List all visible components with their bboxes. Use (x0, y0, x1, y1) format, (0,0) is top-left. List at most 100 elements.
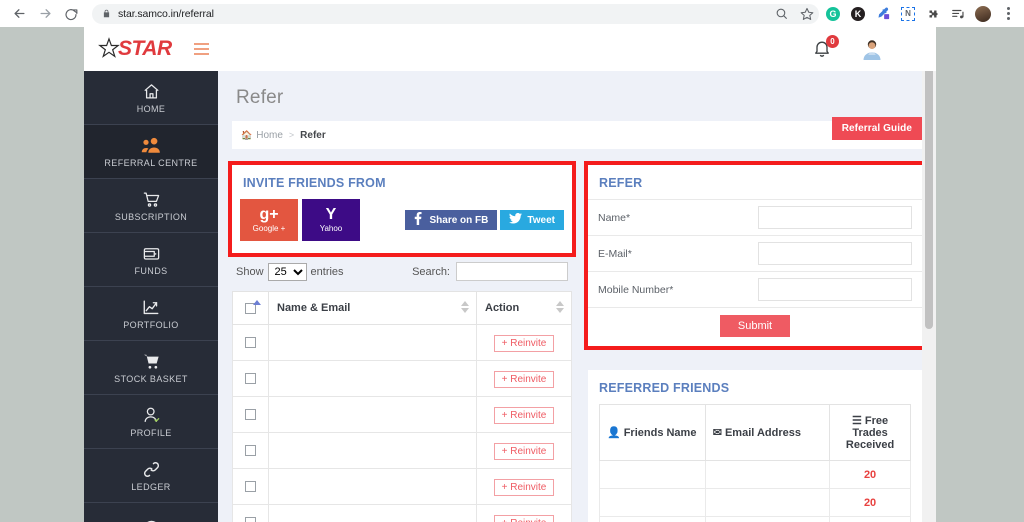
star-bookmark-icon[interactable] (799, 6, 815, 22)
row-name-email (268, 468, 477, 505)
sidebar-item-ledger[interactable]: LEDGER (84, 449, 218, 503)
social-buttons-row: g+ Google + Y Yahoo Share on FB Tweet (232, 199, 572, 253)
free-trades-cell: 20 (829, 460, 911, 489)
sidebar-label-subscription: SUBSCRIPTION (114, 212, 188, 222)
address-bar[interactable]: star.samco.in/referral (92, 3, 819, 24)
yahoo-button[interactable]: Y Yahoo (302, 199, 360, 241)
mobile-number-field[interactable] (758, 278, 912, 301)
google-plus-button[interactable]: g+ Google + (240, 199, 298, 241)
sidebar-label-stock-basket: STOCK BASKET (114, 374, 188, 384)
breadcrumb-separator: > (288, 130, 295, 140)
back-arrow-icon[interactable] (6, 1, 32, 27)
friend-name-cell (599, 488, 706, 517)
vertical-scrollbar[interactable] (922, 27, 936, 522)
page-title: Refer (236, 87, 284, 108)
friend-email-cell (704, 460, 831, 489)
action-column[interactable]: Action (476, 291, 572, 325)
brand-logo[interactable]: STAR (98, 37, 172, 61)
right-column: REFER Name* E-Mail* Mobile Number* Submi… (584, 161, 926, 522)
stack-icon: ☰ (852, 415, 862, 427)
referred-friends-title: REFERRED FRIENDS (599, 381, 730, 395)
name-email-column[interactable]: Name & Email (268, 291, 477, 325)
notification-bell-icon[interactable]: 0 (812, 35, 839, 60)
reinvite-button[interactable]: + Reinvite (493, 515, 555, 522)
row-checkbox[interactable] (245, 480, 256, 492)
refer-panel-title: REFER (599, 176, 643, 190)
row-checkbox[interactable] (245, 516, 256, 522)
google-plus-label: Google + (252, 224, 286, 233)
notion-extension-icon[interactable]: N (900, 6, 916, 22)
reinvite-button[interactable]: + Reinvite (493, 371, 555, 388)
action-header-label: Action (485, 302, 520, 314)
sidebar-item-home[interactable]: HOME (84, 71, 218, 125)
kebab-menu-icon[interactable] (1000, 6, 1016, 22)
name-label: Name* (588, 199, 749, 236)
row-checkbox-cell[interactable] (232, 360, 269, 397)
sidebar-item-subscription[interactable]: SUBSCRIPTION (84, 179, 218, 233)
row-checkbox[interactable] (245, 336, 256, 348)
friend-email-cell (704, 488, 831, 517)
search-zoom-icon[interactable] (773, 6, 789, 22)
reading-list-icon[interactable] (950, 6, 966, 22)
search-wrapper: Search: (412, 262, 568, 281)
row-checkbox[interactable] (245, 372, 256, 384)
page-size-select[interactable]: 25 (267, 262, 307, 281)
sidebar-item-portfolio[interactable]: PORTFOLIO (84, 287, 218, 341)
email-field[interactable] (758, 242, 912, 265)
user-avatar-icon[interactable] (860, 37, 884, 61)
hamburger-menu-icon[interactable] (193, 43, 209, 55)
reinvite-button[interactable]: + Reinvite (493, 335, 555, 352)
referral-guide-button[interactable]: Referral Guide (831, 117, 922, 140)
sidebar-item-profile[interactable]: PROFILE (84, 395, 218, 449)
sidebar-label-home: HOME (136, 104, 166, 114)
reinvite-button[interactable]: + Reinvite (493, 443, 555, 460)
share-buttons: Share on FB Tweet (405, 210, 564, 230)
tweet-button[interactable]: Tweet (500, 210, 564, 230)
row-checkbox[interactable] (245, 408, 256, 420)
eyedropper-extension-icon[interactable] (875, 6, 891, 22)
forward-arrow-icon[interactable] (32, 1, 58, 27)
user-check-icon (142, 405, 161, 425)
referred-friends-panel: REFERRED FRIENDS 👤 Friends Name ✉ Email … (588, 370, 922, 522)
submit-button[interactable]: Submit (719, 315, 791, 337)
row-checkbox-cell[interactable] (232, 324, 269, 361)
breadcrumb-home-link[interactable]: Home (256, 130, 283, 141)
sidebar-item-stock-basket[interactable]: STOCK BASKET (84, 341, 218, 395)
sidebar-item-funds[interactable]: FUNDS (84, 233, 218, 287)
header-actions: 0 (812, 35, 884, 61)
row-checkbox[interactable] (245, 444, 256, 456)
extension-icons: G K N (825, 5, 1018, 22)
invite-table-body: + Reinvite + Reinvite + Reinvite + Reinv… (232, 324, 572, 522)
row-checkbox-cell[interactable] (232, 504, 269, 522)
reinvite-button[interactable]: + Reinvite (493, 407, 555, 424)
sidebar-item-last[interactable] (84, 503, 218, 522)
friends-name-label: Friends Name (623, 427, 697, 439)
reinvite-button[interactable]: + Reinvite (493, 479, 555, 496)
table-row: + Reinvite (232, 396, 572, 433)
row-checkbox-cell[interactable] (232, 468, 269, 505)
share-on-fb-button[interactable]: Share on FB (405, 210, 498, 230)
puzzle-extensions-icon[interactable] (925, 6, 941, 22)
select-all-column[interactable] (232, 291, 269, 325)
friend-email-cell (704, 516, 831, 522)
check-circle-icon (142, 518, 161, 522)
reload-icon[interactable] (58, 1, 84, 27)
app-header: STAR 0 (84, 27, 936, 71)
scrollbar-thumb[interactable] (925, 29, 933, 329)
sort-ascending-icon (253, 300, 261, 305)
free-trades-cell: 20 (829, 488, 911, 517)
dark-reader-extension-icon[interactable]: K (850, 6, 866, 22)
content-columns: INVITE FRIENDS FROM g+ Google + Y Yahoo (228, 161, 926, 522)
sidebar-item-referral-centre[interactable]: REFERRAL CENTRE (84, 125, 218, 179)
grammarly-extension-icon[interactable]: G (825, 6, 841, 22)
referred-header-row: 👤 Friends Name ✉ Email Address ☰ Free Trade… (599, 404, 911, 461)
star-logo-icon (98, 37, 120, 61)
row-checkbox-cell[interactable] (232, 432, 269, 469)
email-address-column: ✉ Email Address (704, 404, 831, 461)
name-field[interactable] (758, 206, 912, 229)
search-input[interactable] (456, 262, 568, 281)
profile-avatar-icon[interactable] (975, 5, 991, 22)
row-action: + Reinvite (476, 324, 572, 361)
lock-icon (102, 8, 111, 19)
row-checkbox-cell[interactable] (232, 396, 269, 433)
